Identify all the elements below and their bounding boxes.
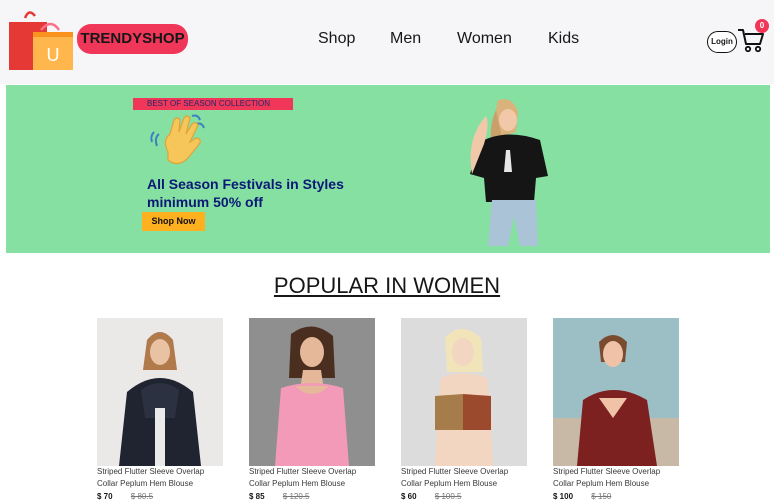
- product-old-price: $ 100.5: [434, 492, 462, 501]
- section-title: POPULAR IN WOMEN: [273, 273, 501, 298]
- product-name[interactable]: Striped Flutter Sleeve Overlap Collar Pe…: [97, 466, 223, 490]
- product-old-price: $ 80.5: [130, 492, 154, 501]
- hero-banner: [6, 85, 770, 253]
- shopping-bags-logo-icon[interactable]: U: [7, 8, 77, 72]
- hero-title-line1: All Season Festivals in Styles: [147, 176, 344, 192]
- product-image[interactable]: [97, 318, 223, 466]
- product-card[interactable]: Striped Flutter Sleeve Overlap Collar Pe…: [553, 318, 679, 501]
- product-image[interactable]: [401, 318, 527, 466]
- product-old-price: $ 120.5: [282, 492, 310, 501]
- price-row: $ 60 $ 100.5: [401, 492, 527, 501]
- login-button[interactable]: Login: [707, 31, 737, 53]
- product-name[interactable]: Striped Flutter Sleeve Overlap Collar Pe…: [249, 466, 375, 490]
- product-image[interactable]: [553, 318, 679, 466]
- product-card[interactable]: Striped Flutter Sleeve Overlap Collar Pe…: [97, 318, 223, 501]
- waving-hand-icon: [150, 114, 205, 165]
- hero-title-line2: minimum 50% off: [147, 194, 263, 210]
- cart-count-badge: 0: [755, 19, 769, 33]
- product-image[interactable]: [249, 318, 375, 466]
- hero-title: All Season Festivals in Styles minimum 5…: [147, 175, 407, 211]
- product-card[interactable]: Striped Flutter Sleeve Overlap Collar Pe…: [249, 318, 375, 501]
- price-row: $ 70 $ 80.5: [97, 492, 223, 501]
- brand-logo[interactable]: TRENDYSHOP: [77, 24, 188, 54]
- product-name[interactable]: Striped Flutter Sleeve Overlap Collar Pe…: [553, 466, 679, 490]
- hero-tag: BEST OF SEASON COLLECTION: [133, 98, 293, 110]
- product-name[interactable]: Striped Flutter Sleeve Overlap Collar Pe…: [401, 466, 527, 490]
- nav-shop[interactable]: Shop: [318, 30, 355, 48]
- product-price: $ 85: [249, 492, 265, 501]
- price-row: $ 85 $ 120.5: [249, 492, 375, 501]
- nav-kids[interactable]: Kids: [548, 30, 579, 48]
- nav-men[interactable]: Men: [390, 30, 421, 48]
- product-price: $ 100: [553, 492, 574, 501]
- product-price: $ 60: [401, 492, 417, 501]
- product-card[interactable]: Striped Flutter Sleeve Overlap Collar Pe…: [401, 318, 527, 501]
- hero-model-image: [470, 99, 548, 246]
- nav-women[interactable]: Women: [457, 30, 512, 48]
- product-old-price: $ 150: [591, 492, 612, 501]
- logo-letter: U: [47, 45, 60, 65]
- product-price: $ 70: [97, 492, 113, 501]
- price-row: $ 100 $ 150: [553, 492, 679, 501]
- shop-now-button[interactable]: Shop Now: [142, 212, 205, 231]
